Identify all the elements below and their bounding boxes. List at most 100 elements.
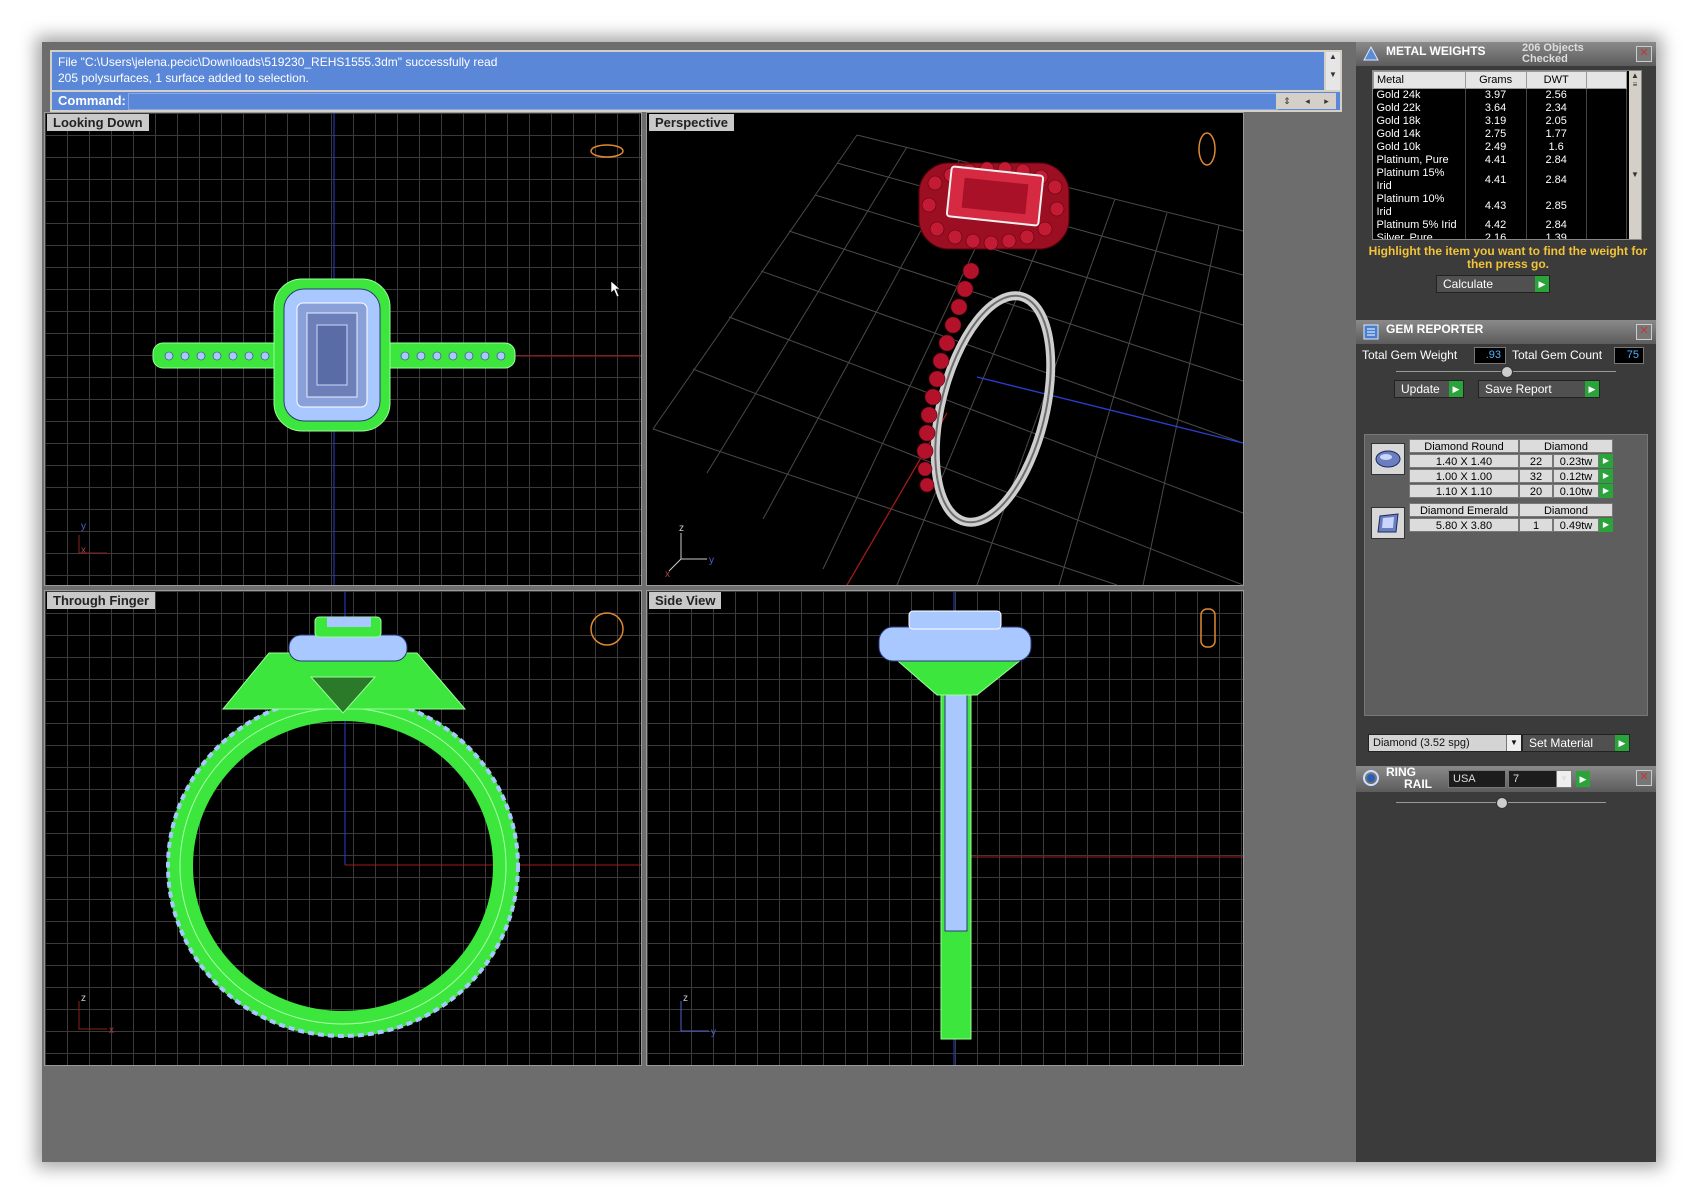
filler-cell	[1586, 88, 1628, 102]
dwt-cell: 2.84	[1526, 219, 1587, 232]
go-arrow-icon[interactable]: ▶	[1599, 469, 1613, 483]
gem-weight: 0.12tw	[1553, 469, 1599, 483]
go-arrow-icon[interactable]: ▶	[1585, 381, 1599, 397]
viewport-title[interactable]: Looking Down	[47, 114, 149, 131]
column-header[interactable]: Grams	[1464, 71, 1527, 89]
ring-orientation-icon	[590, 612, 624, 646]
table-row[interactable]: Platinum, Pure 4.41 2.84	[1373, 154, 1628, 167]
viewport-side-view[interactable]: z y Side View	[646, 590, 1244, 1066]
gem-material: Diamond	[1519, 439, 1613, 453]
round-gem-icon	[1371, 443, 1405, 475]
dwt-cell: 2.84	[1526, 167, 1587, 193]
ring-orientation-icon	[1198, 132, 1216, 166]
ring-rail-title-line2: RAIL	[1404, 777, 1432, 791]
panel-resize-handle[interactable]	[1501, 366, 1513, 378]
ring-rail-title: RING RAIL	[1386, 766, 1432, 790]
report-icon	[1363, 324, 1379, 340]
table-row[interactable]: Gold 14k 2.75 1.77	[1373, 128, 1628, 141]
panel-resize-handle[interactable]	[1496, 797, 1508, 809]
update-button[interactable]: Update ▶	[1394, 380, 1464, 398]
go-arrow-icon[interactable]: ▶	[1599, 484, 1613, 498]
gem-reporter-title: GEM REPORTER	[1386, 322, 1484, 336]
go-arrow-icon[interactable]: ▶	[1449, 381, 1463, 397]
go-arrow-icon[interactable]: ▶	[1599, 454, 1613, 468]
grams-cell: 2.16	[1465, 232, 1527, 239]
metal-name-cell: Gold 10k	[1373, 141, 1466, 154]
go-arrow-icon[interactable]: ▶	[1576, 771, 1590, 787]
filler-cell	[1586, 141, 1628, 154]
region-select[interactable]: USA	[1448, 770, 1506, 788]
dwt-cell: 2.34	[1526, 102, 1587, 115]
dwt-cell: 1.39	[1526, 232, 1587, 239]
table-scrollbar[interactable]: ▲ ≡ ▼	[1629, 71, 1641, 239]
save-report-button[interactable]: Save Report ▶	[1478, 380, 1600, 398]
command-history: File "C:\Users\jelena.pecic\Downloads\51…	[52, 52, 1324, 90]
right-arrow-icon[interactable]: ▸	[1324, 96, 1329, 107]
left-arrow-icon[interactable]: ◂	[1305, 96, 1310, 107]
save-report-label: Save Report	[1485, 382, 1552, 396]
go-arrow-icon[interactable]: ▶	[1615, 735, 1629, 751]
filler-cell	[1586, 154, 1628, 167]
close-icon[interactable]: ✕	[1636, 46, 1652, 62]
metal-name-cell: Platinum 5% Irid	[1373, 219, 1466, 232]
axis-z-label: z	[81, 993, 86, 1004]
dwt-cell: 2.56	[1526, 88, 1587, 102]
viewport-perspective[interactable]: z y x Perspective	[646, 112, 1244, 586]
table-row[interactable]: Platinum 15% Irid 4.41 2.84	[1373, 167, 1628, 193]
viewport-looking-down[interactable]: x y Looking Down	[44, 112, 642, 586]
metal-name-cell: Platinum, Pure	[1373, 154, 1466, 167]
filler-cell	[1586, 232, 1628, 239]
metal-name-cell: Platinum 10% Irid	[1373, 193, 1466, 219]
viewport-through-finger[interactable]: z x Through Finger	[44, 590, 642, 1066]
table-row[interactable]: Platinum 5% Irid 4.42 2.84	[1373, 219, 1628, 232]
command-input[interactable]	[128, 93, 1278, 110]
filler-cell	[1586, 128, 1628, 141]
table-row[interactable]: Gold 22k 3.64 2.34	[1373, 102, 1628, 115]
filler-cell	[1586, 167, 1628, 193]
axis-y-label: y	[709, 555, 714, 566]
set-material-button[interactable]: Set Material ▶	[1522, 734, 1630, 752]
metal-name-cell: Platinum 15% Irid	[1373, 167, 1466, 193]
chevron-down-icon[interactable]: ▼	[1556, 771, 1571, 787]
table-row[interactable]: Gold 10k 2.49 1.6	[1373, 141, 1628, 154]
table-row[interactable]: Gold 24k 3.97 2.56	[1373, 88, 1628, 102]
update-label: Update	[1401, 382, 1440, 396]
go-arrow-icon[interactable]: ▶	[1599, 518, 1613, 532]
grams-cell: 4.41	[1465, 167, 1527, 193]
spin-icon[interactable]: ⇕	[1283, 96, 1291, 107]
table-row[interactable]: Silver, Pure 2.16 1.39	[1373, 232, 1628, 239]
cursor-icon	[610, 280, 621, 298]
grams-cell: 3.97	[1465, 88, 1527, 102]
ring-rail-header: RING RAIL USA 7 ▼ ▶ ✕	[1356, 766, 1656, 792]
gem-material: Diamond	[1519, 503, 1613, 517]
total-gem-weight-value: .93	[1474, 347, 1506, 364]
gem-weight: 0.10tw	[1553, 484, 1599, 498]
command-arrows[interactable]: ⇕ ◂ ▸	[1276, 93, 1336, 109]
viewport-title[interactable]: Side View	[649, 592, 722, 609]
column-header[interactable]: DWT	[1525, 71, 1587, 89]
table-row[interactable]: Platinum 10% Irid 4.43 2.85	[1373, 193, 1628, 219]
close-icon[interactable]: ✕	[1636, 324, 1652, 340]
set-material-label: Set Material	[1529, 736, 1594, 750]
go-arrow-icon[interactable]: ▶	[1535, 276, 1549, 292]
dwt-cell: 2.85	[1526, 193, 1587, 219]
gem-count: 22	[1519, 454, 1553, 468]
chevron-down-icon[interactable]: ▼	[1506, 735, 1521, 751]
grams-cell: 3.19	[1465, 115, 1527, 128]
material-select[interactable]: Diamond (3.52 spg) ▼	[1368, 734, 1522, 752]
metal-weights-title: METAL WEIGHTS	[1386, 44, 1486, 58]
ring-size-select[interactable]: 7 ▼	[1508, 770, 1572, 788]
dwt-cell: 1.6	[1526, 141, 1587, 154]
table-row[interactable]: Gold 18k 3.19 2.05	[1373, 115, 1628, 128]
viewport-title[interactable]: Perspective	[649, 114, 734, 131]
close-icon[interactable]: ✕	[1636, 770, 1652, 786]
history-scrollbar[interactable]: ▲ ▼	[1326, 52, 1340, 90]
metal-weights-table[interactable]: Metal Grams DWT Gold 24k 3.97 2.56 Gold 22k…	[1372, 70, 1642, 240]
gem-shape: Diamond Round	[1409, 439, 1519, 453]
total-gem-count-label: Total Gem Count	[1512, 348, 1603, 362]
calculate-button[interactable]: Calculate ▶	[1436, 275, 1550, 293]
column-header[interactable]: Metal	[1373, 71, 1466, 89]
command-line: Command: ⇕ ◂ ▸	[52, 92, 1340, 110]
metal-name-cell: Gold 14k	[1373, 128, 1466, 141]
viewport-title[interactable]: Through Finger	[47, 592, 156, 609]
